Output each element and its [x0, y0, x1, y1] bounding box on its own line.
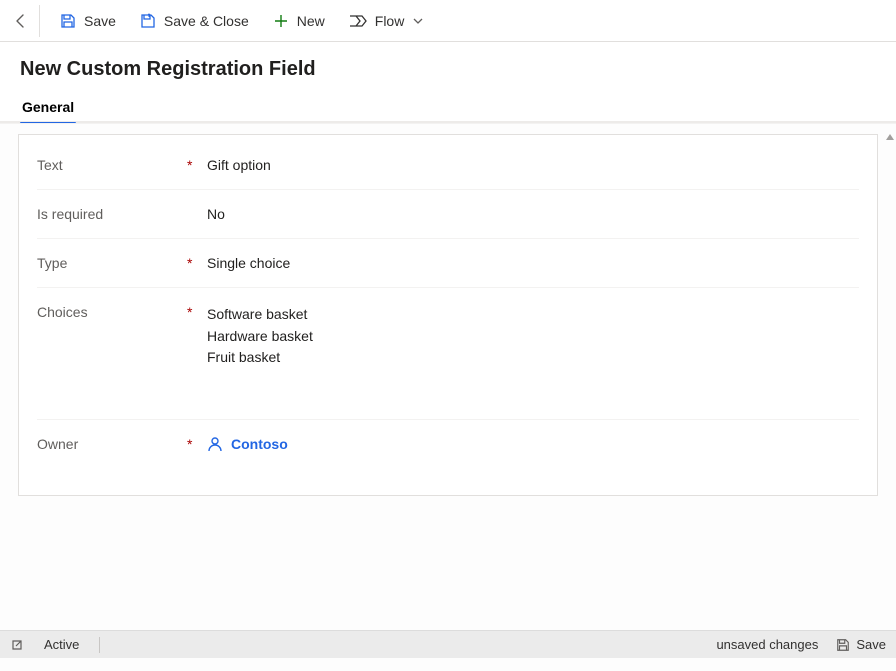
field-is-required[interactable]: Is required No: [37, 190, 859, 239]
field-owner[interactable]: Owner * Contoso: [37, 420, 859, 471]
field-text-label: Text: [37, 157, 187, 173]
new-button[interactable]: New: [261, 7, 337, 35]
save-icon: [836, 638, 850, 652]
choice-item: Software basket: [207, 304, 859, 326]
save-close-icon: [140, 13, 156, 29]
field-type[interactable]: Type * Single choice: [37, 239, 859, 288]
required-indicator: *: [187, 157, 207, 173]
status-divider: [99, 637, 100, 653]
save-button[interactable]: Save: [48, 7, 128, 35]
tab-general[interactable]: General: [20, 99, 76, 123]
required-indicator: *: [187, 304, 207, 320]
status-save-label: Save: [856, 637, 886, 652]
field-type-label: Type: [37, 255, 187, 271]
field-text[interactable]: Text * Gift option: [37, 141, 859, 190]
status-state: Active: [44, 637, 79, 652]
back-button[interactable]: [8, 5, 40, 37]
page-title: New Custom Registration Field: [20, 58, 876, 81]
save-label: Save: [84, 13, 116, 29]
save-icon: [60, 13, 76, 29]
owner-lookup-link[interactable]: Contoso: [207, 436, 288, 452]
flow-icon: [349, 13, 367, 29]
tabs: General: [0, 99, 896, 123]
arrow-left-icon: [13, 13, 29, 29]
field-owner-value[interactable]: Contoso: [207, 436, 859, 455]
flow-button[interactable]: Flow: [337, 7, 437, 35]
field-text-value[interactable]: Gift option: [207, 157, 859, 173]
status-save-button[interactable]: Save: [836, 637, 886, 652]
status-bar: Active unsaved changes Save: [0, 630, 896, 658]
scroll-up-icon[interactable]: [886, 134, 894, 140]
required-indicator: *: [187, 255, 207, 271]
required-indicator: *: [187, 436, 207, 452]
command-bar: Save Save & Close New Flow: [0, 0, 896, 42]
choice-item: Hardware basket: [207, 326, 859, 348]
field-is-required-value[interactable]: No: [207, 206, 859, 222]
save-and-close-button[interactable]: Save & Close: [128, 7, 261, 35]
open-in-new-icon[interactable]: [10, 638, 24, 652]
new-label: New: [297, 13, 325, 29]
page-header: New Custom Registration Field: [0, 42, 896, 81]
unsaved-changes-text: unsaved changes: [716, 637, 818, 652]
form-scroll-area: Text * Gift option Is required No Type *…: [0, 123, 896, 671]
field-is-required-label: Is required: [37, 206, 187, 222]
field-choices[interactable]: Choices * Software basket Hardware baske…: [37, 288, 859, 420]
tab-general-label: General: [22, 99, 74, 115]
field-type-value[interactable]: Single choice: [207, 255, 859, 271]
field-choices-label: Choices: [37, 304, 187, 320]
chevron-down-icon: [412, 15, 424, 27]
choice-item: Fruit basket: [207, 347, 859, 369]
field-owner-label: Owner: [37, 436, 187, 452]
owner-name: Contoso: [231, 436, 288, 452]
field-choices-value[interactable]: Software basket Hardware basket Fruit ba…: [207, 304, 859, 369]
save-close-label: Save & Close: [164, 13, 249, 29]
plus-icon: [273, 13, 289, 29]
flow-label: Flow: [375, 13, 405, 29]
form-card: Text * Gift option Is required No Type *…: [18, 134, 878, 496]
person-icon: [207, 436, 223, 452]
